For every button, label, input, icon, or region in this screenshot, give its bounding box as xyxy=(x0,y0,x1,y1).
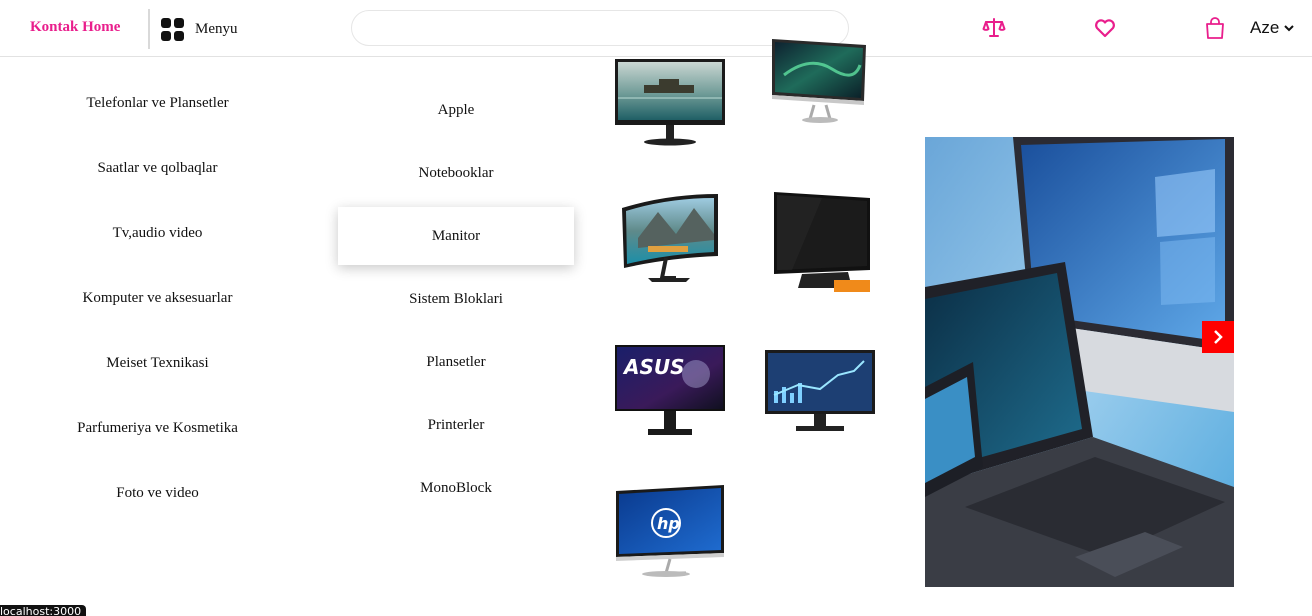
grid-icon xyxy=(161,17,184,41)
monitor-chart-image[interactable] xyxy=(764,349,876,433)
monitor-curved-mountains-image[interactable] xyxy=(618,190,722,286)
category-item[interactable]: Komputer ve aksesuarlar xyxy=(0,290,315,307)
category-item[interactable]: Tv,audio video xyxy=(0,225,315,242)
chevron-right-icon xyxy=(1214,330,1223,344)
monitor-hp-image[interactable]: hp xyxy=(614,485,726,579)
category-item[interactable]: Foto ve video xyxy=(0,485,315,502)
hp-logo: hp xyxy=(657,514,680,533)
subcategory-item[interactable]: Apple xyxy=(338,81,574,139)
subcategory-item[interactable]: MonoBlock xyxy=(338,459,574,517)
hero-banner[interactable] xyxy=(925,137,1234,587)
shopping-bag-icon[interactable] xyxy=(1203,16,1227,40)
category-item[interactable]: Saatlar ve qolbaqlar xyxy=(0,160,315,177)
monitor-black-screen-image[interactable] xyxy=(772,188,872,294)
compare-scale-icon[interactable] xyxy=(982,16,1006,40)
subcategory-item[interactable]: Plansetler xyxy=(338,333,574,391)
category-item[interactable]: Parfumeriya ve Kosmetika xyxy=(0,420,315,437)
header: Kontak Home Menyu Aze xyxy=(0,0,1312,57)
monitor-lake-image[interactable] xyxy=(614,57,726,149)
asus-logo: ASUS xyxy=(622,355,685,379)
menu-button[interactable]: Menyu xyxy=(161,17,238,41)
chevron-down-icon xyxy=(1284,25,1295,32)
subcategory-panel: Apple Notebooklar Manitor Sistem Bloklar… xyxy=(288,39,925,597)
subcategory-item[interactable]: Sistem Bloklari xyxy=(338,270,574,328)
category-item[interactable]: Telefonlar ve Plansetler xyxy=(0,95,315,112)
banner-next-button[interactable] xyxy=(1202,321,1234,353)
language-selector[interactable]: Aze xyxy=(1250,18,1295,38)
language-label: Aze xyxy=(1250,18,1280,37)
subcategory-item-active[interactable]: Manitor xyxy=(338,207,574,265)
category-item[interactable]: Meiset Texnikasi xyxy=(0,355,315,372)
header-divider xyxy=(148,9,150,49)
menu-label: Menyu xyxy=(195,20,238,37)
status-bar-url: localhost:3000 xyxy=(0,605,87,616)
subcategory-item[interactable]: Printerler xyxy=(338,396,574,454)
brand-logo[interactable]: Kontak Home xyxy=(30,19,120,36)
monitor-aurora-image[interactable] xyxy=(770,35,868,125)
monitor-asus-gaming-image[interactable]: ASUS xyxy=(614,344,726,440)
subcategory-item[interactable]: Notebooklar xyxy=(338,144,574,202)
heart-icon[interactable] xyxy=(1093,16,1117,40)
